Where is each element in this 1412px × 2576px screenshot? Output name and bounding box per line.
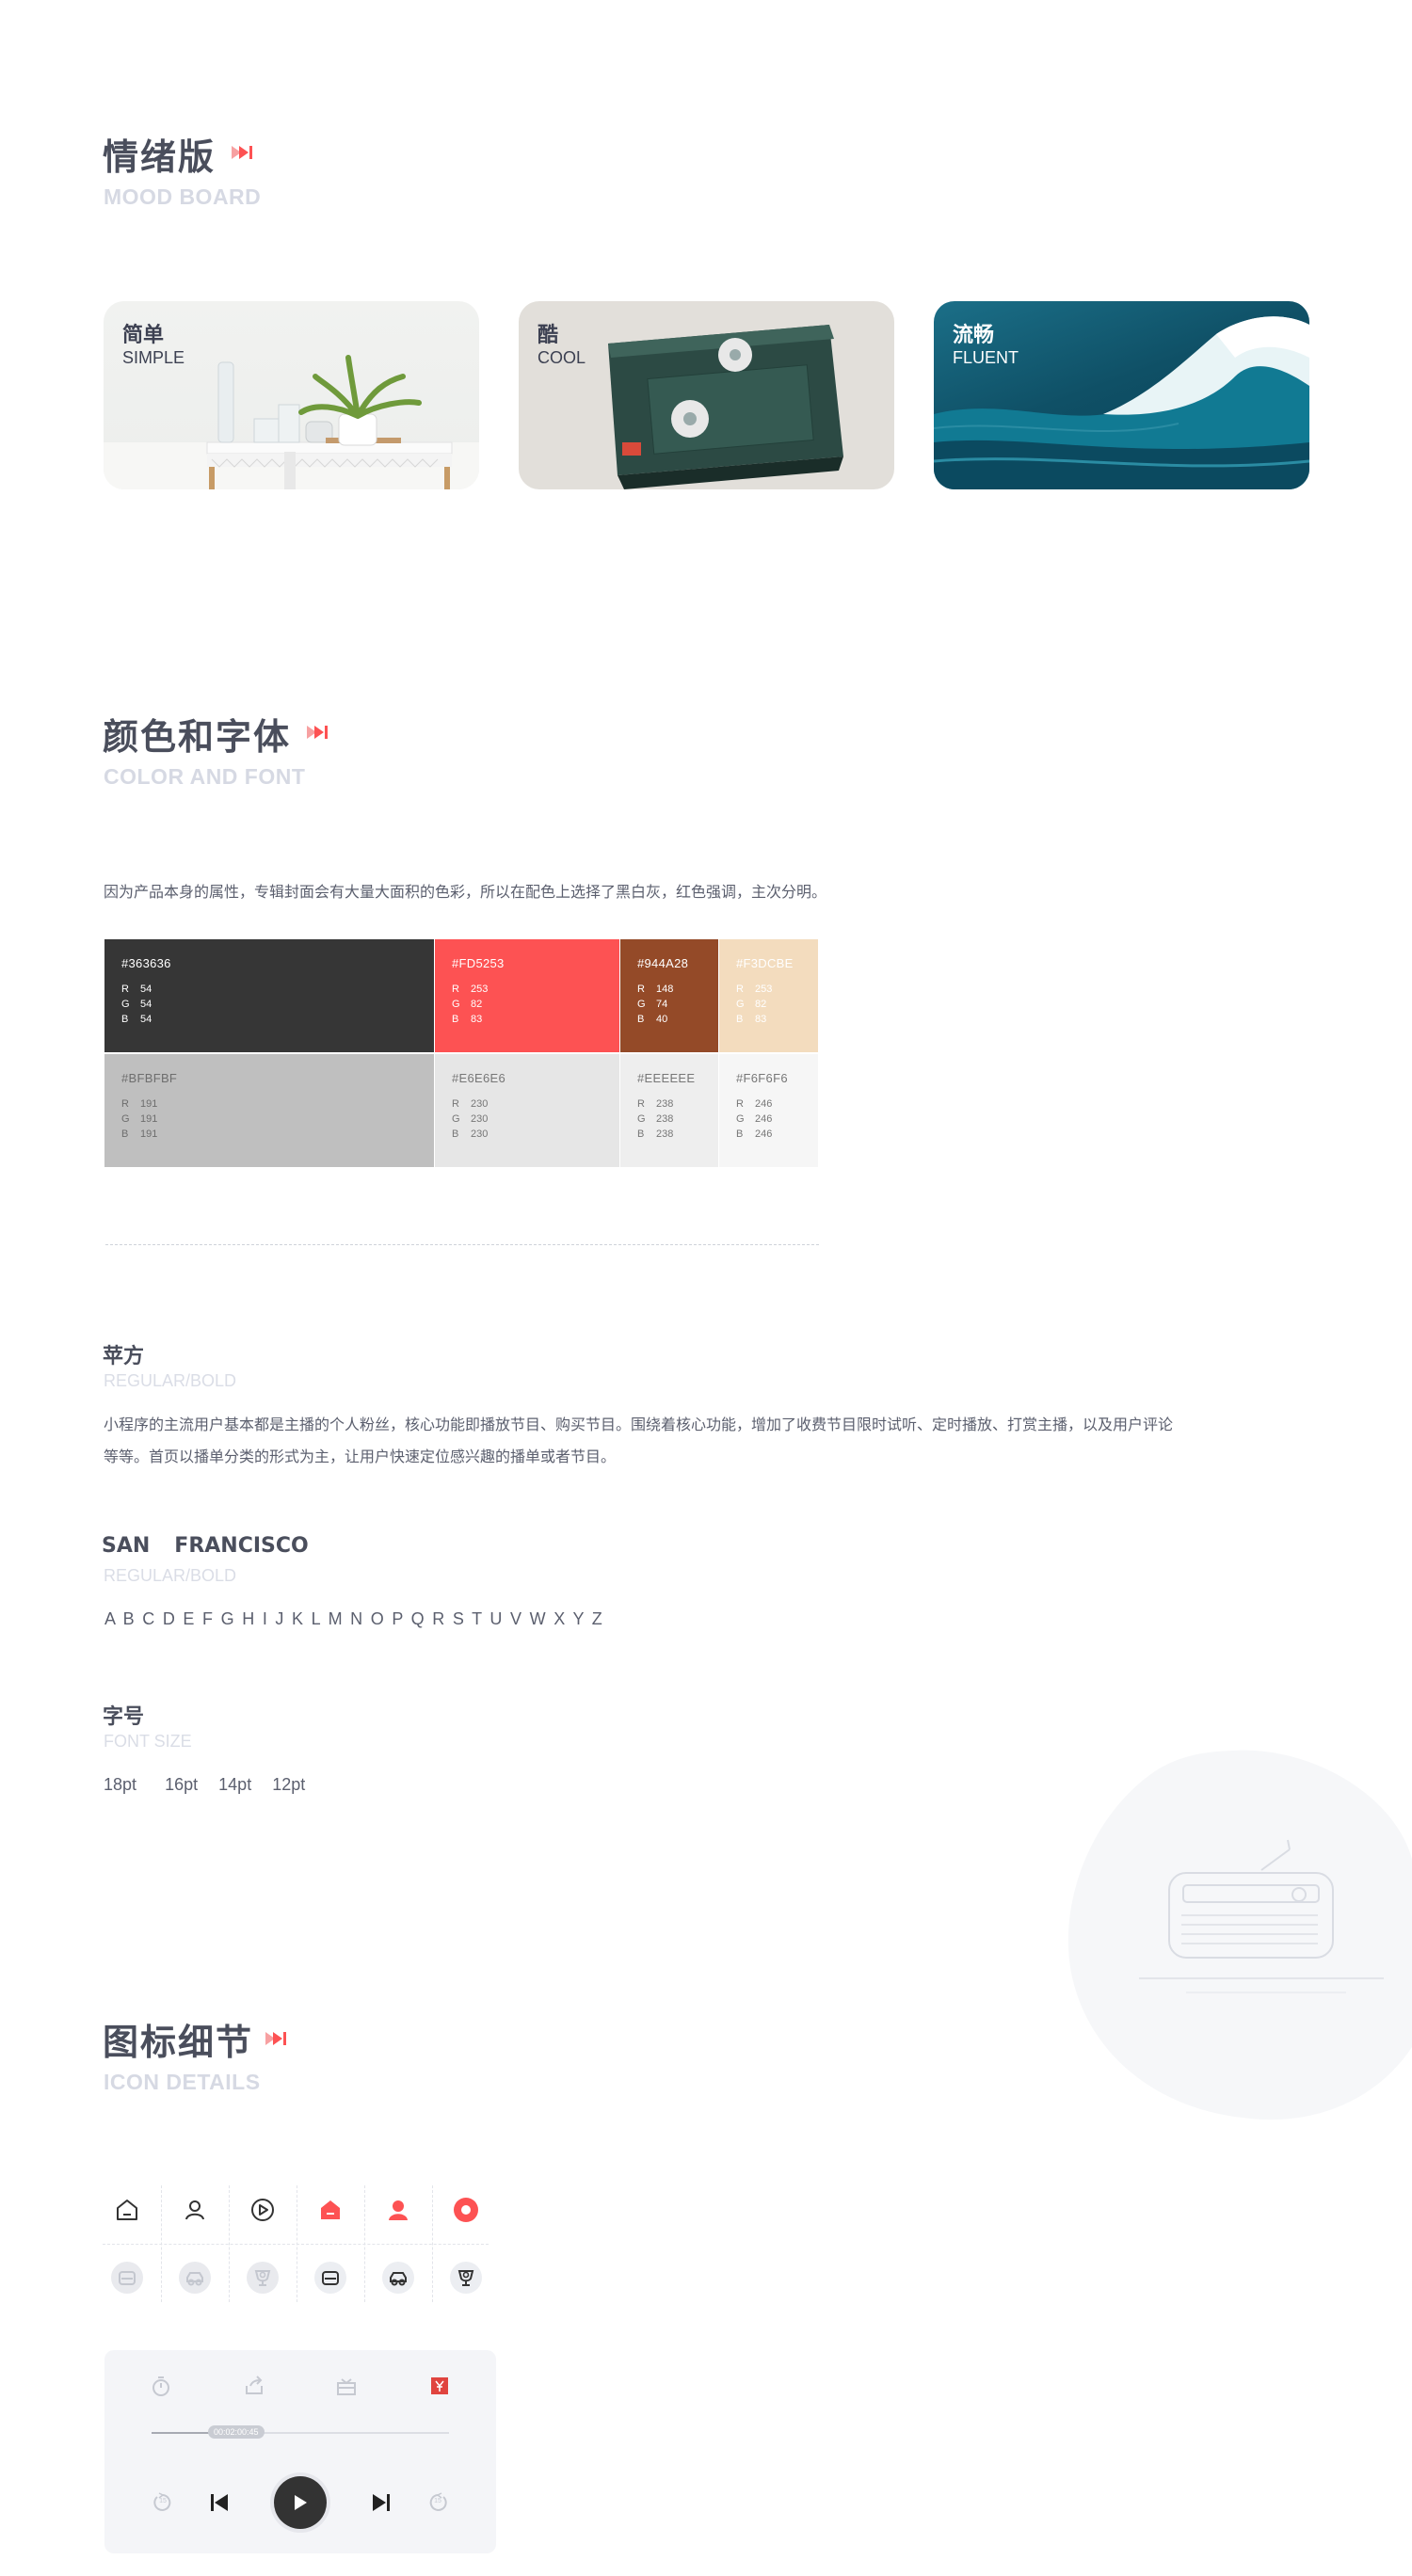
skip-forward-icon (307, 726, 328, 739)
play-button[interactable] (270, 2472, 330, 2533)
font-weight-label: REGULAR/BOLD (104, 1566, 237, 1585)
swatch-rgb: R 54 G 54 B 54 (121, 984, 152, 1025)
swatch-rgb: R 253 G 82 B 83 (452, 984, 489, 1025)
fontsize-item: 16pt (165, 1775, 199, 1794)
swatch: #944A28 R 148 G 74 B 40 (620, 939, 718, 1052)
swatch-hex: #FD5253 (452, 956, 505, 970)
swatch-rgb: R 191 G 191 B 191 (121, 1098, 158, 1140)
cassette-image (608, 325, 843, 489)
trophy-active-icon[interactable] (432, 2244, 500, 2312)
skip-forward-icon (232, 146, 252, 159)
swatch-rgb: R 148 G 74 B 40 (637, 984, 674, 1025)
swatch: #F6F6F6 R 246 G 246 B 246 (719, 1054, 818, 1167)
timer-icon[interactable] (151, 2375, 171, 2397)
color-description: 因为产品本身的属性，专辑封面会有大量大面积的色彩，所以在配色上选择了黑白灰，红色… (104, 883, 827, 901)
icon-grid (93, 2176, 498, 2312)
yen-icon[interactable] (430, 2376, 449, 2395)
player-panel: 00:02:00:45 15 15 (104, 2350, 496, 2553)
radio-disabled-icon[interactable] (93, 2244, 161, 2312)
play-circle-outline-icon[interactable] (229, 2176, 297, 2244)
swatch-rgb: R 238 G 238 B 238 (637, 1098, 674, 1140)
font-description-line: 小程序的主流用户基本都是主播的个人粉丝，核心功能即播放节目、购买节目。围绕着核心… (104, 1416, 1174, 1433)
gift-icon[interactable] (335, 2375, 358, 2397)
swatch-hex: #F3DCBE (736, 956, 794, 970)
font-name-sf: SAN FRANCISCO (102, 1534, 309, 1558)
card-label-en: COOL (538, 348, 586, 367)
swatch: #F3DCBE R 253 G 82 B 83 (719, 939, 818, 1052)
swatch: #BFBFBF R 191 G 191 B 191 (104, 1054, 434, 1167)
fontsize-title: 字号 (103, 1705, 145, 1729)
car-active-icon[interactable] (364, 2244, 432, 2312)
moodboard-subtitle: MOOD BOARD (104, 184, 262, 209)
skip-forward-icon (265, 2032, 286, 2045)
card-label-cn: 简单 (122, 324, 165, 347)
swatch: #EEEEEE R 238 G 238 B 238 (620, 1054, 718, 1167)
swatch-hex: #BFBFBF (121, 1071, 178, 1085)
alphabet-sample: A B C D E F G H I J K L M N O P Q R S T … (104, 1609, 604, 1628)
car-disabled-icon[interactable] (161, 2244, 229, 2312)
swatch: #FD5253 R 253 G 82 B 83 (435, 939, 619, 1052)
fontsize-item: 14pt (218, 1775, 252, 1794)
fontsize-item: 12pt (272, 1775, 306, 1794)
swatch-rgb: R 246 G 246 B 246 (736, 1098, 773, 1140)
icons-subtitle: ICON DETAILS (104, 2070, 261, 2094)
forward-label: 15 (434, 2498, 441, 2504)
swatch-hex: #E6E6E6 (452, 1071, 506, 1085)
card-label-en: FLUENT (953, 348, 1019, 367)
card-label-en: SIMPLE (122, 348, 185, 367)
icons-title: 图标细节 (103, 2022, 254, 2063)
moodboard-title: 情绪版 (103, 136, 217, 178)
fontsize-item: 18pt (104, 1775, 137, 1794)
card-label-cn: 酷 (538, 324, 559, 347)
user-outline-icon[interactable] (161, 2176, 229, 2244)
swatch-hex: #363636 (121, 956, 171, 970)
trophy-disabled-icon[interactable] (229, 2244, 297, 2312)
swatch-rgb: R 230 G 230 B 230 (452, 1098, 489, 1140)
radio-active-icon[interactable] (297, 2244, 364, 2312)
share-icon[interactable] (243, 2375, 265, 2397)
font-name-pingfang: 苹方 (103, 1345, 145, 1368)
colorfont-title: 颜色和字体 (103, 716, 292, 758)
swatch: #E6E6E6 R 230 G 230 B 230 (435, 1054, 619, 1167)
previous-track-icon[interactable] (208, 2491, 231, 2514)
card-label-cn: 流畅 (953, 324, 995, 347)
home-outline-icon[interactable] (93, 2176, 161, 2244)
colorfont-subtitle: COLOR AND FONT (104, 764, 306, 789)
font-description-line: 等等。首页以播单分类的形式为主，让用户快速定位感兴趣的播单或者节目。 (104, 1448, 617, 1465)
swatch-hex: #944A28 (637, 956, 689, 970)
progress-time-handle[interactable]: 00:02:00:45 (208, 2425, 265, 2439)
swatch-hex: #EEEEEE (637, 1071, 696, 1085)
next-track-icon[interactable] (370, 2491, 393, 2514)
fontsize-subtitle: FONT SIZE (104, 1732, 192, 1751)
mood-card-fluent: 流畅 FLUENT (934, 301, 1309, 489)
fontsize-list: 18pt 16pt 14pt 12pt (104, 1775, 305, 1795)
divider (105, 1244, 819, 1245)
home-filled-icon[interactable] (297, 2176, 364, 2244)
font-description: 小程序的主流用户基本都是主播的个人粉丝，核心功能即播放节目、购买节目。围绕着核心… (104, 1409, 1308, 1473)
swatch-hex: #F6F6F6 (736, 1071, 788, 1085)
play-circle-filled-icon[interactable] (432, 2176, 500, 2244)
mood-card-simple: 简单 SIMPLE (104, 301, 479, 489)
radio-illustration (1067, 1750, 1412, 2120)
play-icon (295, 2495, 307, 2510)
user-filled-icon[interactable] (364, 2176, 432, 2244)
mood-card-cool: 酷 COOL (519, 301, 894, 489)
swatch: #363636 R 54 G 54 B 54 (104, 939, 434, 1052)
swatch-rgb: R 253 G 82 B 83 (736, 984, 773, 1025)
rewind-label: 15 (159, 2498, 167, 2504)
font-weight-label: REGULAR/BOLD (104, 1371, 237, 1390)
progress-fill (152, 2432, 212, 2434)
